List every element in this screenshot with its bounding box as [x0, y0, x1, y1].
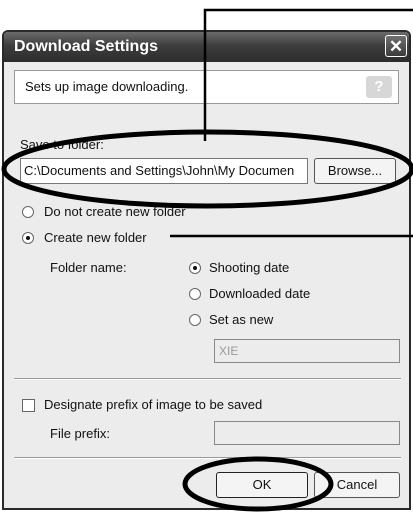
do-not-create-folder-radio[interactable] — [22, 206, 34, 218]
set-as-new-radio[interactable] — [189, 314, 201, 326]
new-folder-name-input[interactable]: XIE — [214, 339, 400, 363]
designate-prefix-checkbox[interactable] — [22, 399, 35, 412]
shooting-date-radio[interactable] — [189, 262, 201, 274]
download-settings-dialog: Download Settings ✕ Sets up image downlo… — [2, 30, 411, 510]
set-as-new-label: Set as new — [209, 312, 274, 327]
window-title: Download Settings — [14, 38, 158, 55]
browse-button[interactable]: Browse... — [314, 158, 396, 184]
description-panel: Sets up image downloading. ? — [14, 70, 399, 104]
save-to-folder-label: Save to folder: — [20, 137, 104, 152]
shooting-date-label: Shooting date — [209, 260, 290, 275]
separator — [14, 378, 401, 380]
save-folder-path-input[interactable]: C:\Documents and Settings\John\My Docume… — [20, 158, 308, 184]
close-icon[interactable]: ✕ — [385, 35, 407, 57]
file-prefix-input[interactable] — [214, 421, 400, 445]
do-not-create-folder-label: Do not create new folder — [44, 204, 186, 219]
cancel-button[interactable]: Cancel — [314, 472, 400, 498]
create-new-folder-label: Create new folder — [44, 230, 147, 245]
downloaded-date-radio[interactable] — [189, 288, 201, 300]
page: Download Settings ✕ Sets up image downlo… — [0, 0, 413, 513]
separator — [14, 457, 401, 459]
file-prefix-label: File prefix: — [50, 426, 110, 441]
help-icon[interactable]: ? — [366, 76, 392, 98]
folder-name-label: Folder name: — [50, 260, 127, 275]
create-new-folder-radio[interactable] — [22, 232, 34, 244]
title-bar: Download Settings ✕ — [4, 32, 409, 62]
description-text: Sets up image downloading. — [25, 79, 189, 94]
ok-button[interactable]: OK — [216, 472, 308, 498]
designate-prefix-label: Designate prefix of image to be saved — [44, 397, 263, 412]
downloaded-date-label: Downloaded date — [209, 286, 311, 301]
